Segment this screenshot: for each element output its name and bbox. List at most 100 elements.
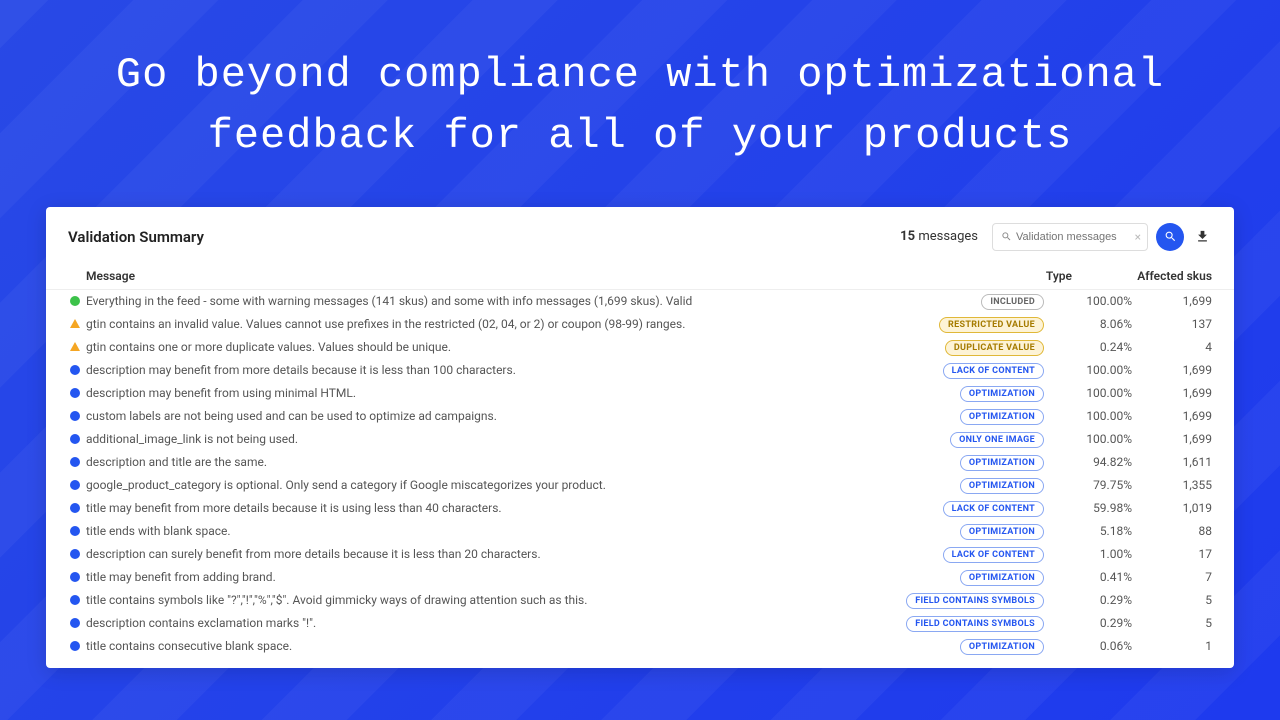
row-percent: 0.06% [1052, 639, 1132, 653]
table-row[interactable]: title may benefit from more details beca… [46, 497, 1234, 520]
row-message: title ends with blank space. [86, 524, 862, 538]
search-icon [1001, 231, 1012, 242]
table-row[interactable]: title ends with blank space. OPTIMIZATION… [46, 520, 1234, 543]
row-percent: 5.18% [1052, 524, 1132, 538]
table-row[interactable]: description contains exclamation marks "… [46, 612, 1234, 635]
row-percent: 100.00% [1052, 386, 1132, 400]
row-skus: 1,699 [1132, 409, 1212, 423]
info-icon [70, 480, 80, 490]
row-skus: 5 [1132, 616, 1212, 630]
row-skus: 1,355 [1132, 478, 1212, 492]
row-message: description may benefit from using minim… [86, 386, 862, 400]
type-badge: DUPLICATE VALUE [945, 340, 1044, 356]
type-badge: RESTRICTED VALUE [939, 317, 1044, 333]
type-badge: OPTIMIZATION [960, 478, 1044, 494]
row-skus: 7 [1132, 570, 1212, 584]
row-percent: 100.00% [1052, 363, 1132, 377]
row-message: description and title are the same. [86, 455, 862, 469]
row-message: title contains symbols like "?","!","%",… [86, 593, 862, 607]
search-icon [1164, 230, 1177, 243]
table-row[interactable]: gtin contains one or more duplicate valu… [46, 336, 1234, 359]
col-skus: Affected skus [1092, 269, 1212, 283]
row-skus: 137 [1132, 317, 1212, 331]
info-icon [70, 388, 80, 398]
search-input[interactable] [1016, 231, 1125, 243]
row-message: description can surely benefit from more… [86, 547, 862, 561]
table-row[interactable]: description may benefit from more detail… [46, 359, 1234, 382]
info-icon [70, 641, 80, 651]
type-badge: OPTIMIZATION [960, 524, 1044, 540]
table-row[interactable]: additional_image_link is not being used.… [46, 428, 1234, 451]
row-message: description may benefit from more detail… [86, 363, 862, 377]
info-icon [70, 503, 80, 513]
table-row[interactable]: description may benefit from using minim… [46, 382, 1234, 405]
type-badge: FIELD CONTAINS SYMBOLS [906, 616, 1044, 632]
type-badge: LACK OF CONTENT [943, 363, 1044, 379]
row-percent: 94.82% [1052, 455, 1132, 469]
type-badge: LACK OF CONTENT [943, 501, 1044, 517]
ok-icon [70, 296, 80, 306]
info-icon [70, 595, 80, 605]
row-skus: 4 [1132, 340, 1212, 354]
info-icon [70, 618, 80, 628]
row-percent: 0.29% [1052, 616, 1132, 630]
row-message: title may benefit from adding brand. [86, 570, 862, 584]
info-icon [70, 572, 80, 582]
type-badge: OPTIMIZATION [960, 570, 1044, 586]
row-message: description contains exclamation marks "… [86, 616, 862, 630]
row-percent: 59.98% [1052, 501, 1132, 515]
table-row[interactable]: description can surely benefit from more… [46, 543, 1234, 566]
search-input-wrapper[interactable]: × [992, 223, 1148, 251]
clear-icon[interactable]: × [1135, 230, 1141, 244]
type-badge: ONLY ONE IMAGE [950, 432, 1044, 448]
col-type: Type [902, 269, 1092, 283]
type-badge: OPTIMIZATION [960, 386, 1044, 402]
download-button[interactable] [1192, 227, 1212, 247]
warning-icon [70, 341, 80, 351]
type-badge: OPTIMIZATION [960, 639, 1044, 655]
row-skus: 1,699 [1132, 294, 1212, 308]
row-message: gtin contains one or more duplicate valu… [86, 340, 862, 354]
table-row[interactable]: gtin contains an invalid value. Values c… [46, 313, 1234, 336]
row-message: google_product_category is optional. Onl… [86, 478, 862, 492]
download-icon [1195, 229, 1210, 244]
info-icon [70, 365, 80, 375]
table-row[interactable]: title may benefit from adding brand. OPTI… [46, 566, 1234, 589]
info-icon [70, 457, 80, 467]
page-headline: Go beyond compliance with optimizational… [0, 0, 1280, 197]
row-percent: 79.75% [1052, 478, 1132, 492]
row-skus: 88 [1132, 524, 1212, 538]
row-message: Everything in the feed - some with warni… [86, 294, 862, 308]
search-button[interactable] [1156, 223, 1184, 251]
type-badge: FIELD CONTAINS SYMBOLS [906, 593, 1044, 609]
table-row[interactable]: description and title are the same.OPTIM… [46, 451, 1234, 474]
message-count: 15 messages [900, 229, 978, 244]
row-percent: 100.00% [1052, 409, 1132, 423]
info-icon [70, 526, 80, 536]
row-percent: 100.00% [1052, 294, 1132, 308]
row-percent: 0.24% [1052, 340, 1132, 354]
table-header: Message Type Affected skus [46, 263, 1234, 290]
row-skus: 1,699 [1132, 363, 1212, 377]
table-row[interactable]: custom labels are not being used and can… [46, 405, 1234, 428]
table-row[interactable]: title contains consecutive blank space.O… [46, 635, 1234, 658]
panel-header: Validation Summary 15 messages × [46, 223, 1234, 263]
table-row[interactable]: google_product_category is optional. Onl… [46, 474, 1234, 497]
table-row[interactable]: Everything in the feed - some with warni… [46, 290, 1234, 313]
row-skus: 1,019 [1132, 501, 1212, 515]
row-percent: 0.41% [1052, 570, 1132, 584]
row-message: custom labels are not being used and can… [86, 409, 862, 423]
row-skus: 1,611 [1132, 455, 1212, 469]
info-icon [70, 434, 80, 444]
type-badge: INCLUDED [981, 294, 1044, 310]
row-skus: 1 [1132, 639, 1212, 653]
warning-icon [70, 318, 80, 328]
validation-panel: Validation Summary 15 messages × Message… [46, 207, 1234, 668]
row-skus: 1,699 [1132, 432, 1212, 446]
table-row[interactable]: title contains symbols like "?","!","%",… [46, 589, 1234, 612]
table-body: Everything in the feed - some with warni… [46, 290, 1234, 658]
row-skus: 1,699 [1132, 386, 1212, 400]
row-skus: 17 [1132, 547, 1212, 561]
row-percent: 8.06% [1052, 317, 1132, 331]
info-icon [70, 549, 80, 559]
